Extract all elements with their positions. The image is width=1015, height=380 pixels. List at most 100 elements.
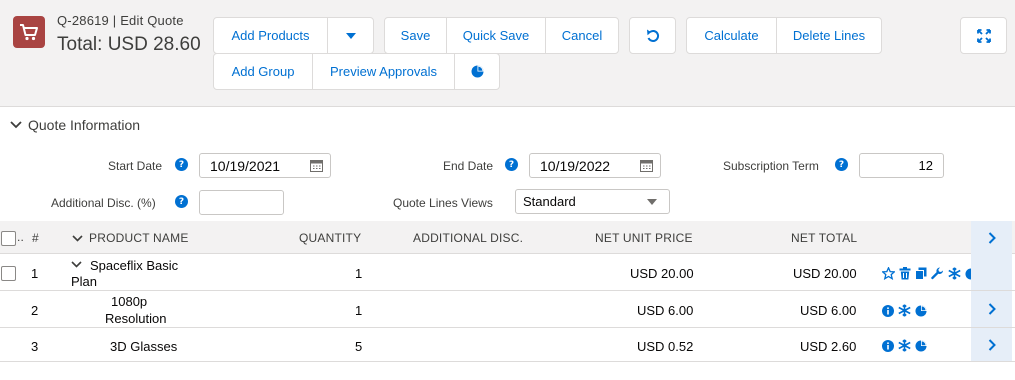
- star-icon[interactable]: [882, 267, 895, 280]
- fullscreen-group: [960, 17, 1007, 54]
- pie-chart-button[interactable]: [454, 54, 499, 89]
- pie-chart-icon[interactable]: [915, 339, 927, 352]
- cart-app-icon: [13, 16, 45, 48]
- net-total-value: USD 2.60: [800, 339, 857, 354]
- row-checkbox[interactable]: [1, 266, 16, 281]
- section-title: Quote Information: [28, 117, 141, 133]
- save-group: Save Quick Save Cancel: [384, 17, 619, 54]
- start-date-help-icon[interactable]: ?: [175, 158, 188, 171]
- undo-icon: [646, 29, 660, 43]
- delete-lines-button[interactable]: Delete Lines: [776, 18, 881, 53]
- info-icon[interactable]: [882, 339, 894, 352]
- cancel-button[interactable]: Cancel: [545, 18, 618, 53]
- table-row: 2 1080p Resolution 1 USD 6.00 USD 6.00: [0, 291, 1015, 328]
- product-name: 1080p: [111, 294, 148, 309]
- start-date-value: 10/19/2021: [210, 157, 281, 174]
- net-unit-price-header[interactable]: NET UNIT PRICE: [595, 231, 693, 245]
- row-actions: [882, 304, 927, 317]
- subscription-term-label: Subscription Term: [723, 159, 819, 173]
- trash-icon[interactable]: [899, 267, 911, 280]
- pie-chart-icon[interactable]: [915, 304, 927, 317]
- row-actions: [882, 267, 977, 280]
- subscription-term-input[interactable]: 12: [859, 153, 944, 178]
- net-total-header[interactable]: NET TOTAL: [791, 231, 857, 245]
- clone-icon[interactable]: [915, 267, 927, 280]
- add-group-button[interactable]: Add Group: [214, 54, 312, 89]
- row-expand-button[interactable]: [971, 328, 1012, 361]
- chevron-right-icon: [988, 338, 996, 351]
- additional-disc-help-icon[interactable]: ?: [175, 195, 188, 208]
- product-name-header[interactable]: PRODUCT NAME: [72, 231, 189, 245]
- additional-disc-header[interactable]: ADDITIONAL DISC.: [413, 231, 523, 245]
- preview-approvals-button[interactable]: Preview Approvals: [312, 54, 454, 89]
- product-name-header-label: PRODUCT NAME: [89, 231, 189, 245]
- row-actions: [882, 339, 927, 352]
- expand-all-button[interactable]: [971, 221, 1012, 254]
- net-unit-price-value: USD 6.00: [637, 303, 694, 318]
- info-icon[interactable]: [882, 304, 894, 317]
- chevron-down-icon[interactable]: [71, 261, 82, 268]
- quote-information-toggle[interactable]: Quote Information: [10, 117, 140, 133]
- chevron-down-icon[interactable]: [72, 234, 83, 242]
- quote-lines-views-label: Quote Lines Views: [393, 196, 493, 210]
- product-name: Spaceflix Basic: [90, 258, 179, 273]
- quantity-value[interactable]: 1: [355, 266, 362, 281]
- checkbox-column-ellipsis: ..: [17, 230, 25, 244]
- quote-total: Total: USD 28.60: [57, 34, 201, 55]
- row-expand-button[interactable]: [971, 291, 1012, 327]
- row-number: 2: [31, 303, 39, 318]
- caret-down-icon: [647, 199, 657, 205]
- product-name: 3D Glasses: [110, 339, 178, 354]
- calendar-icon[interactable]: [640, 159, 653, 172]
- expand-icon: [976, 28, 991, 43]
- end-date-input[interactable]: 10/19/2022: [529, 153, 661, 178]
- calendar-icon[interactable]: [310, 159, 323, 172]
- undo-group: [629, 17, 676, 54]
- quantity-value[interactable]: 1: [355, 303, 362, 318]
- table-header: .. # PRODUCT NAME QUANTITY ADDITIONAL DI…: [0, 221, 1015, 254]
- quantity-value[interactable]: 5: [355, 339, 362, 354]
- net-unit-price-value: USD 20.00: [630, 266, 694, 281]
- additional-disc-input[interactable]: [199, 190, 284, 215]
- page-header: Q-28619 | Edit Quote Total: USD 28.60 Ad…: [0, 0, 1015, 107]
- undo-button[interactable]: [630, 18, 675, 53]
- row-expand-strip: [971, 254, 1012, 290]
- end-date-help-icon[interactable]: ?: [505, 158, 518, 171]
- subscription-term-help-icon[interactable]: ?: [835, 158, 848, 171]
- net-total-value: USD 6.00: [800, 303, 857, 318]
- group-actions-group: Add Group Preview Approvals: [213, 53, 500, 90]
- snowflake-icon[interactable]: [948, 267, 961, 280]
- additional-disc-label: Additional Disc. (%): [51, 196, 156, 210]
- end-date-value: 10/19/2022: [540, 157, 611, 174]
- product-name-continued: Resolution: [105, 311, 167, 326]
- quote-id: Q-28619 | Edit Quote: [57, 13, 184, 28]
- net-unit-price-value: USD 0.52: [637, 339, 694, 354]
- end-date-label: End Date: [443, 159, 494, 173]
- start-date-input[interactable]: 10/19/2021: [199, 153, 331, 178]
- table-row: 1 Spaceflix Basic Plan 1 USD 20.00 USD 2…: [0, 254, 1015, 291]
- product-name-continued: Plan: [71, 274, 98, 289]
- quote-lines-views-select[interactable]: Standard: [515, 189, 670, 214]
- start-date-label: Start Date: [108, 159, 163, 173]
- row-number-header: #: [32, 231, 39, 245]
- row-number: 3: [31, 339, 39, 354]
- quick-save-button[interactable]: Quick Save: [446, 18, 545, 53]
- calculate-button[interactable]: Calculate: [687, 18, 776, 53]
- select-all-checkbox[interactable]: [1, 231, 16, 246]
- fullscreen-button[interactable]: [961, 18, 1006, 53]
- quantity-header[interactable]: QUANTITY: [299, 231, 361, 245]
- wrench-icon[interactable]: [931, 267, 944, 280]
- save-button[interactable]: Save: [385, 18, 446, 53]
- quote-lines-views-value: Standard: [523, 194, 576, 209]
- add-products-dropdown-button[interactable]: [327, 18, 373, 53]
- pie-chart-icon: [471, 65, 484, 78]
- table-row: 3 3D Glasses 5 USD 0.52 USD 2.60: [0, 328, 1015, 362]
- net-total-value: USD 20.00: [793, 266, 857, 281]
- snowflake-icon[interactable]: [898, 339, 911, 352]
- chevron-right-icon: [988, 231, 996, 244]
- row-number: 1: [31, 266, 39, 281]
- chevron-right-icon: [988, 303, 996, 315]
- caret-down-icon: [345, 32, 356, 39]
- snowflake-icon[interactable]: [898, 304, 911, 317]
- add-products-button[interactable]: Add Products: [214, 18, 327, 53]
